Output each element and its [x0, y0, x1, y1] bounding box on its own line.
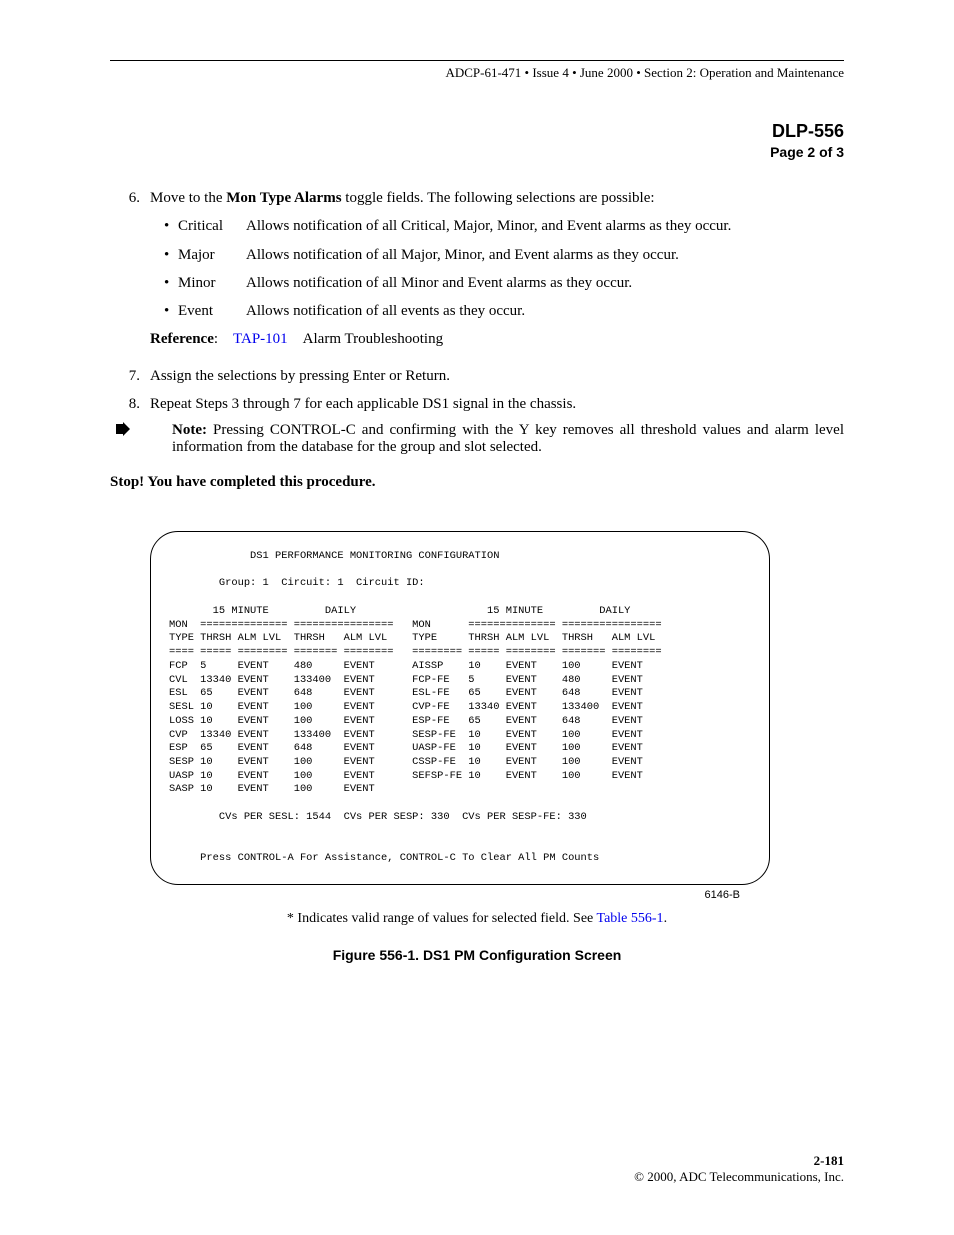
footer-page-number: 2-181	[634, 1153, 844, 1169]
step-8: 8. Repeat Steps 3 through 7 for each app…	[110, 394, 844, 414]
step-8-number: 8.	[110, 394, 150, 414]
page-label: Page 2 of 3	[110, 144, 844, 160]
bullet-desc: Allows notification of all events as the…	[246, 301, 844, 321]
note-label: Note:	[172, 422, 207, 438]
bullet-label: Critical	[178, 216, 246, 236]
note-content: Note: Pressing CONTROL-C and confirming …	[156, 422, 844, 456]
note-text: Pressing CONTROL-C and confirming with t…	[172, 422, 844, 455]
dlp-title: DLP-556	[110, 121, 844, 142]
figure-caption: Figure 556-1. DS1 PM Configuration Scree…	[110, 947, 844, 963]
bullet-label: Event	[178, 301, 246, 321]
footer: 2-181 © 2000, ADC Telecommunications, In…	[634, 1153, 844, 1185]
terminal-id: 6146-B	[110, 889, 740, 901]
step-8-content: Repeat Steps 3 through 7 for each applic…	[150, 394, 844, 414]
step-7-content: Assign the selections by pressing Enter …	[150, 366, 844, 386]
bullet-desc: Allows notification of all Minor and Eve…	[246, 273, 844, 293]
bullet-dot-icon: •	[164, 273, 178, 293]
bullet-minor: • Minor Allows notification of all Minor…	[150, 273, 844, 293]
step-7: 7. Assign the selections by pressing Ent…	[110, 366, 844, 386]
bullet-dot-icon: •	[164, 301, 178, 321]
figure-note-suffix: .	[664, 911, 668, 926]
bullet-label: Minor	[178, 273, 246, 293]
bullet-event: • Event Allows notification of all event…	[150, 301, 844, 321]
figure-note: * Indicates valid range of values for se…	[110, 911, 844, 927]
step-7-number: 7.	[110, 366, 150, 386]
header-rule	[110, 60, 844, 61]
figure-note-prefix: * Indicates valid range of values for se…	[287, 911, 597, 926]
bullet-major: • Major Allows notification of all Major…	[150, 245, 844, 265]
reference-label: Reference	[150, 331, 214, 347]
footer-copyright: © 2000, ADC Telecommunications, Inc.	[634, 1169, 844, 1185]
reference-line: Reference: TAP-101 Alarm Troubleshooting	[150, 329, 844, 349]
step-6-prefix: Move to the	[150, 190, 226, 206]
bullet-desc: Allows notification of all Critical, Maj…	[246, 216, 844, 236]
step-6-suffix: toggle fields. The following selections …	[342, 190, 655, 206]
bullet-dot-icon: •	[164, 245, 178, 265]
step-6-content: Move to the Mon Type Alarms toggle field…	[150, 188, 844, 358]
terminal-screen: DS1 PERFORMANCE MONITORING CONFIGURATION…	[150, 531, 770, 885]
bullet-list: • Critical Allows notification of all Cr…	[150, 216, 844, 321]
arrow-icon	[110, 422, 156, 456]
page-header: ADCP-61-471 • Issue 4 • June 2000 • Sect…	[110, 65, 844, 81]
figure-note-link[interactable]: Table 556-1	[597, 911, 664, 926]
note-row: Note: Pressing CONTROL-C and confirming …	[110, 422, 844, 456]
reference-text: Alarm Troubleshooting	[303, 331, 443, 347]
step-6-bold: Mon Type Alarms	[226, 190, 341, 206]
bullet-critical: • Critical Allows notification of all Cr…	[150, 216, 844, 236]
bullet-label: Major	[178, 245, 246, 265]
stop-line: Stop! You have completed this procedure.	[110, 474, 844, 491]
step-6: 6. Move to the Mon Type Alarms toggle fi…	[110, 188, 844, 358]
step-6-number: 6.	[110, 188, 150, 358]
bullet-dot-icon: •	[164, 216, 178, 236]
reference-link[interactable]: TAP-101	[233, 331, 288, 347]
bullet-desc: Allows notification of all Major, Minor,…	[246, 245, 844, 265]
